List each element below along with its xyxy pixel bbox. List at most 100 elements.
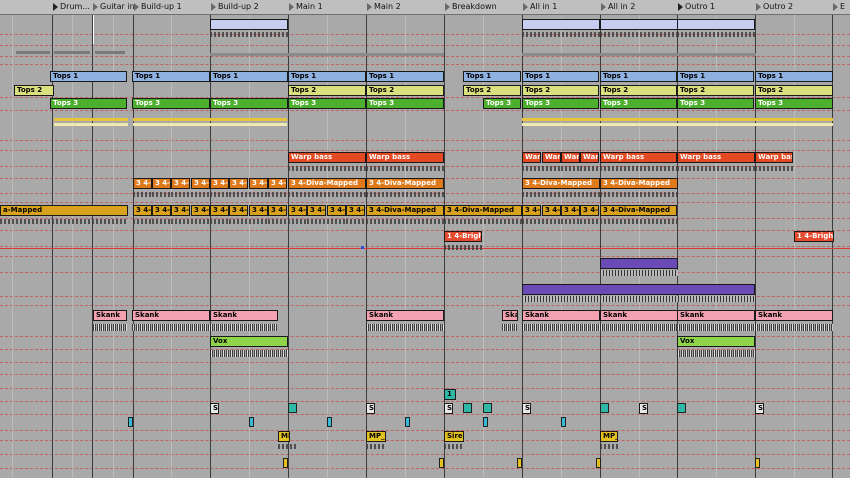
locator-marker[interactable]: All in 1 (522, 0, 606, 14)
clip-warp-bass[interactable]: Warp bass (366, 152, 444, 163)
clip-tops-1[interactable]: Tops 1 (50, 71, 127, 82)
clip-bright[interactable]: 1 4-Bright (794, 231, 834, 242)
locator-marker[interactable]: Guitar in (92, 0, 139, 14)
clip-skank[interactable]: Ska (502, 310, 518, 321)
clip-tops-2[interactable]: Tops 2 (755, 85, 833, 96)
clip-warp-bass[interactable]: Warp (580, 152, 599, 163)
clip-warp-bass[interactable]: Warp bass (600, 152, 677, 163)
clip-diva[interactable]: 3 4-D (542, 205, 561, 216)
locator-marker[interactable]: Breakdown (444, 0, 528, 14)
clip-small[interactable] (288, 403, 297, 413)
clip-diva[interactable]: 3 4-D (268, 178, 287, 189)
clip-strip[interactable] (133, 123, 287, 126)
clip-diva[interactable]: 3 4-D (191, 178, 210, 189)
clip-skank[interactable]: Skank (755, 310, 833, 321)
clip-diva[interactable]: 3 4-D (327, 205, 346, 216)
clip-diva[interactable]: 3 4-Diva-Mapped (522, 178, 600, 189)
clip-tops-3[interactable]: Tops 3 (677, 98, 754, 109)
clip-small[interactable] (483, 403, 492, 413)
clip-small[interactable] (517, 458, 522, 468)
clip-tops-2[interactable]: Tops 2 (463, 85, 521, 96)
clip-warp-bass[interactable]: Warp bass (288, 152, 366, 163)
clip-diva[interactable]: 3 4-D (133, 178, 152, 189)
clip-purple[interactable] (522, 284, 755, 295)
clip-small[interactable]: S (366, 403, 375, 414)
clip-diva[interactable]: 3 4-D (171, 205, 190, 216)
clip-diva[interactable]: 3 4-Diva-Mapped (444, 205, 522, 216)
clip-tops-3[interactable]: Tops 3 (483, 98, 521, 109)
clip-diva[interactable]: 3 4-D (191, 205, 210, 216)
clip-mp[interactable]: MP_ (366, 431, 386, 442)
clip-diva[interactable]: 3 4-Diva-Mapped (600, 178, 678, 189)
clip-warp-bass[interactable]: Warp (522, 152, 541, 163)
clip-warp-bass[interactable]: Warp (542, 152, 561, 163)
clip-small[interactable] (439, 458, 444, 468)
clip-small[interactable]: 1 2 (444, 389, 456, 400)
clip-diva[interactable]: 3 4-D (561, 205, 580, 216)
clip-diva[interactable]: 3 4-Diva-Mapped (366, 205, 444, 216)
clip-diva[interactable]: 3 4-D (152, 178, 171, 189)
clip-small[interactable]: S (444, 403, 453, 414)
clip-small[interactable] (755, 458, 760, 468)
clip-tops-2[interactable]: Tops 2 (677, 85, 754, 96)
clip-diva[interactable]: 3 4-Diva-Mapped (288, 178, 366, 189)
clip-tops-3[interactable]: Tops 3 (600, 98, 677, 109)
clip-mp[interactable]: MP_ (278, 431, 290, 442)
clip-tops-3[interactable]: Tops 3 (288, 98, 366, 109)
clip-small[interactable] (128, 417, 133, 427)
clip-siren[interactable]: Siren (444, 431, 464, 442)
clip-vox[interactable]: Vox (677, 336, 755, 347)
clip-strip[interactable] (522, 118, 833, 121)
clip-diva[interactable]: 3 4-D (229, 178, 248, 189)
clip-tops-1[interactable]: Tops 1 (463, 71, 521, 82)
lavender-clip[interactable] (210, 19, 288, 30)
clip-strip[interactable] (54, 123, 128, 126)
clip-skank[interactable]: Skank (522, 310, 600, 321)
clip-diva[interactable]: 3 4-D (268, 205, 287, 216)
clip-small[interactable] (249, 417, 254, 427)
clip-mp[interactable]: MP_ (600, 431, 618, 442)
clip-diva[interactable]: 3 4-Diva-Mapped (366, 178, 444, 189)
clip-tops-1[interactable]: Tops 1 (366, 71, 444, 82)
clip-small[interactable] (600, 403, 609, 413)
clip-small[interactable] (561, 417, 566, 427)
clip-tops-2[interactable]: Tops 2 (522, 85, 599, 96)
clip-small[interactable]: S (210, 403, 219, 414)
clip-small[interactable] (596, 458, 601, 468)
clip-diva[interactable]: 3 4-D (229, 205, 248, 216)
clip-tops-2[interactable]: Tops 2 (14, 85, 54, 96)
locator-marker[interactable]: Outro 1 (677, 0, 761, 14)
clip-diva[interactable]: 3 4-D (249, 205, 268, 216)
clip-diva[interactable]: 3 4-D (307, 205, 326, 216)
playhead[interactable] (93, 14, 94, 44)
clip-skank[interactable]: Skank (93, 310, 127, 321)
clip-strip[interactable] (133, 118, 287, 121)
clip-diva[interactable]: 3 4-D (210, 178, 229, 189)
automation-point[interactable] (361, 246, 364, 249)
clip-small[interactable] (283, 458, 288, 468)
clip-tops-2[interactable]: Tops 2 (288, 85, 366, 96)
clip-skank[interactable]: Skank (366, 310, 444, 321)
locator-ruler[interactable]: Drum... Guitar in Build-up 1 Build-up 2 Main… (0, 0, 850, 15)
lavender-clip[interactable] (522, 19, 600, 30)
clip-tops-3[interactable]: Tops 3 (132, 98, 210, 109)
clip-purple[interactable] (600, 258, 678, 269)
clip-tops-1[interactable]: Tops 1 (755, 71, 833, 82)
clip-diva[interactable]: a-Mapped (0, 205, 128, 216)
clip-tops-3[interactable]: Tops 3 (755, 98, 833, 109)
clip-small[interactable] (677, 403, 686, 413)
locator-marker[interactable]: Build-up 1 (133, 0, 216, 14)
clip-diva[interactable]: 3 4-D (152, 205, 171, 216)
clip-diva[interactable]: 3 4-D (288, 205, 307, 216)
clip-tops-1[interactable]: Tops 1 (210, 71, 288, 82)
clip-small[interactable] (463, 403, 472, 413)
lavender-clip[interactable] (677, 19, 755, 30)
clip-tops-3[interactable]: Tops 3 (210, 98, 288, 109)
locator-marker[interactable]: E (832, 0, 850, 14)
clip-small[interactable] (483, 417, 488, 427)
clip-tops-2[interactable]: Tops 2 (366, 85, 444, 96)
clip-bright[interactable]: 1 4-Bright (444, 231, 482, 242)
clip-tops-1[interactable]: Tops 1 (288, 71, 366, 82)
clip-skank[interactable]: Skank (132, 310, 210, 321)
clip-strip[interactable] (54, 118, 128, 121)
